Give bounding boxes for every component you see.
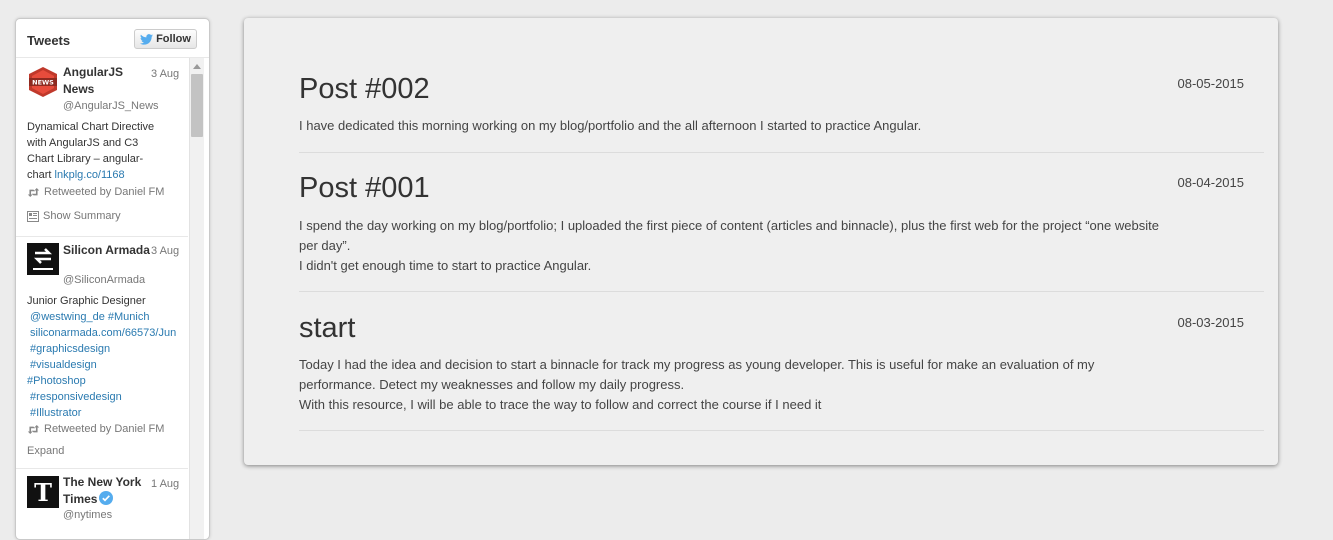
retweet-info: Retweeted by Daniel FM <box>27 423 164 435</box>
tweet-link[interactable]: lnkplg.co/1168 <box>55 169 125 181</box>
retweet-icon <box>27 424 40 434</box>
tweet-silicon-armada[interactable]: Silicon Armada 3 Aug @SiliconArmada Juni… <box>16 237 188 469</box>
follow-button-label: Follow <box>156 33 191 45</box>
tweet-author-name[interactable]: AngularJS News <box>63 64 123 98</box>
widget-header: Tweets Follow <box>16 19 209 58</box>
tweet-link[interactable]: @westwing_de #Munich <box>27 309 188 325</box>
svg-text:T: T <box>34 478 52 507</box>
post-date: 08-04-2015 <box>1177 175 1245 190</box>
tweet-link[interactable]: #Photoshop <box>27 373 188 389</box>
avatar-news-text: NEWS <box>32 79 54 87</box>
angularjs-news-avatar[interactable]: NEWS <box>27 66 59 98</box>
tweet-text: Junior Graphic Designer @westwing_de #Mu… <box>27 293 188 421</box>
follow-button[interactable]: Follow <box>134 29 197 49</box>
expand-link[interactable]: Expand <box>27 445 64 457</box>
scrollbar-thumb[interactable] <box>191 74 203 137</box>
post-date: 08-03-2015 <box>1177 315 1245 330</box>
nytimes-avatar[interactable]: T <box>27 476 59 508</box>
post-item: Post #001 08-04-2015 I spend the day wor… <box>299 170 1264 292</box>
verified-badge-icon <box>99 491 114 505</box>
scroll-up-arrow-icon[interactable] <box>193 64 201 69</box>
post-body: I spend the day working on my blog/portf… <box>299 218 1159 273</box>
tweet-author-name[interactable]: Silicon Armada <box>63 242 150 259</box>
tweet-link[interactable]: #Illustrator <box>27 405 188 421</box>
tweet-handle[interactable]: @SiliconArmada <box>63 274 145 286</box>
twitter-timeline-widget: Tweets Follow NEWS AngularJS News 3 Aug … <box>15 18 210 540</box>
tweet-link[interactable]: #responsivedesign <box>27 389 188 405</box>
post-date: 08-05-2015 <box>1177 76 1245 91</box>
post-body: I have dedicated this morning working on… <box>299 118 922 133</box>
blog-posts-panel: Post #002 08-05-2015 I have dedicated th… <box>244 18 1278 465</box>
show-summary-link[interactable]: Show Summary <box>27 210 121 222</box>
retweet-info: Retweeted by Daniel FM <box>27 186 164 198</box>
post-title[interactable]: Post #002 <box>299 72 430 106</box>
post-item: Post #002 08-05-2015 I have dedicated th… <box>299 70 1264 153</box>
tweet-stream[interactable]: NEWS AngularJS News 3 Aug @AngularJS_New… <box>16 58 188 539</box>
post-item: start 08-03-2015 Today I had the idea an… <box>299 309 1264 431</box>
tweet-date[interactable]: 1 Aug <box>151 478 179 490</box>
tweet-link[interactable]: #visualdesign <box>27 357 188 373</box>
summary-card-icon <box>27 210 39 222</box>
tweet-link[interactable]: siliconarmada.com/66573/Jun <box>27 325 188 341</box>
twitter-bird-icon <box>140 33 154 45</box>
tweet-text: Dynamical Chart Directive with AngularJS… <box>27 121 155 181</box>
tweet-author-name[interactable]: The New York Times <box>63 474 141 508</box>
tweet-date[interactable]: 3 Aug <box>151 245 179 257</box>
widget-scrollbar[interactable] <box>189 58 204 539</box>
post-title[interactable]: Post #001 <box>299 171 430 205</box>
tweet-angularjs-news[interactable]: NEWS AngularJS News 3 Aug @AngularJS_New… <box>16 58 188 237</box>
silicon-armada-avatar[interactable] <box>27 243 59 275</box>
retweet-icon <box>27 187 40 197</box>
tweet-date[interactable]: 3 Aug <box>151 68 179 80</box>
tweet-handle[interactable]: @AngularJS_News <box>63 100 159 112</box>
tweet-new-york-times[interactable]: T The New York Times 1 Aug @nytimes <box>16 469 188 539</box>
widget-title: Tweets <box>27 33 71 48</box>
post-title[interactable]: start <box>299 311 355 345</box>
tweet-link[interactable]: #graphicsdesign <box>27 341 188 357</box>
tweet-handle[interactable]: @nytimes <box>63 509 112 521</box>
post-body: Today I had the idea and decision to sta… <box>299 357 1095 412</box>
